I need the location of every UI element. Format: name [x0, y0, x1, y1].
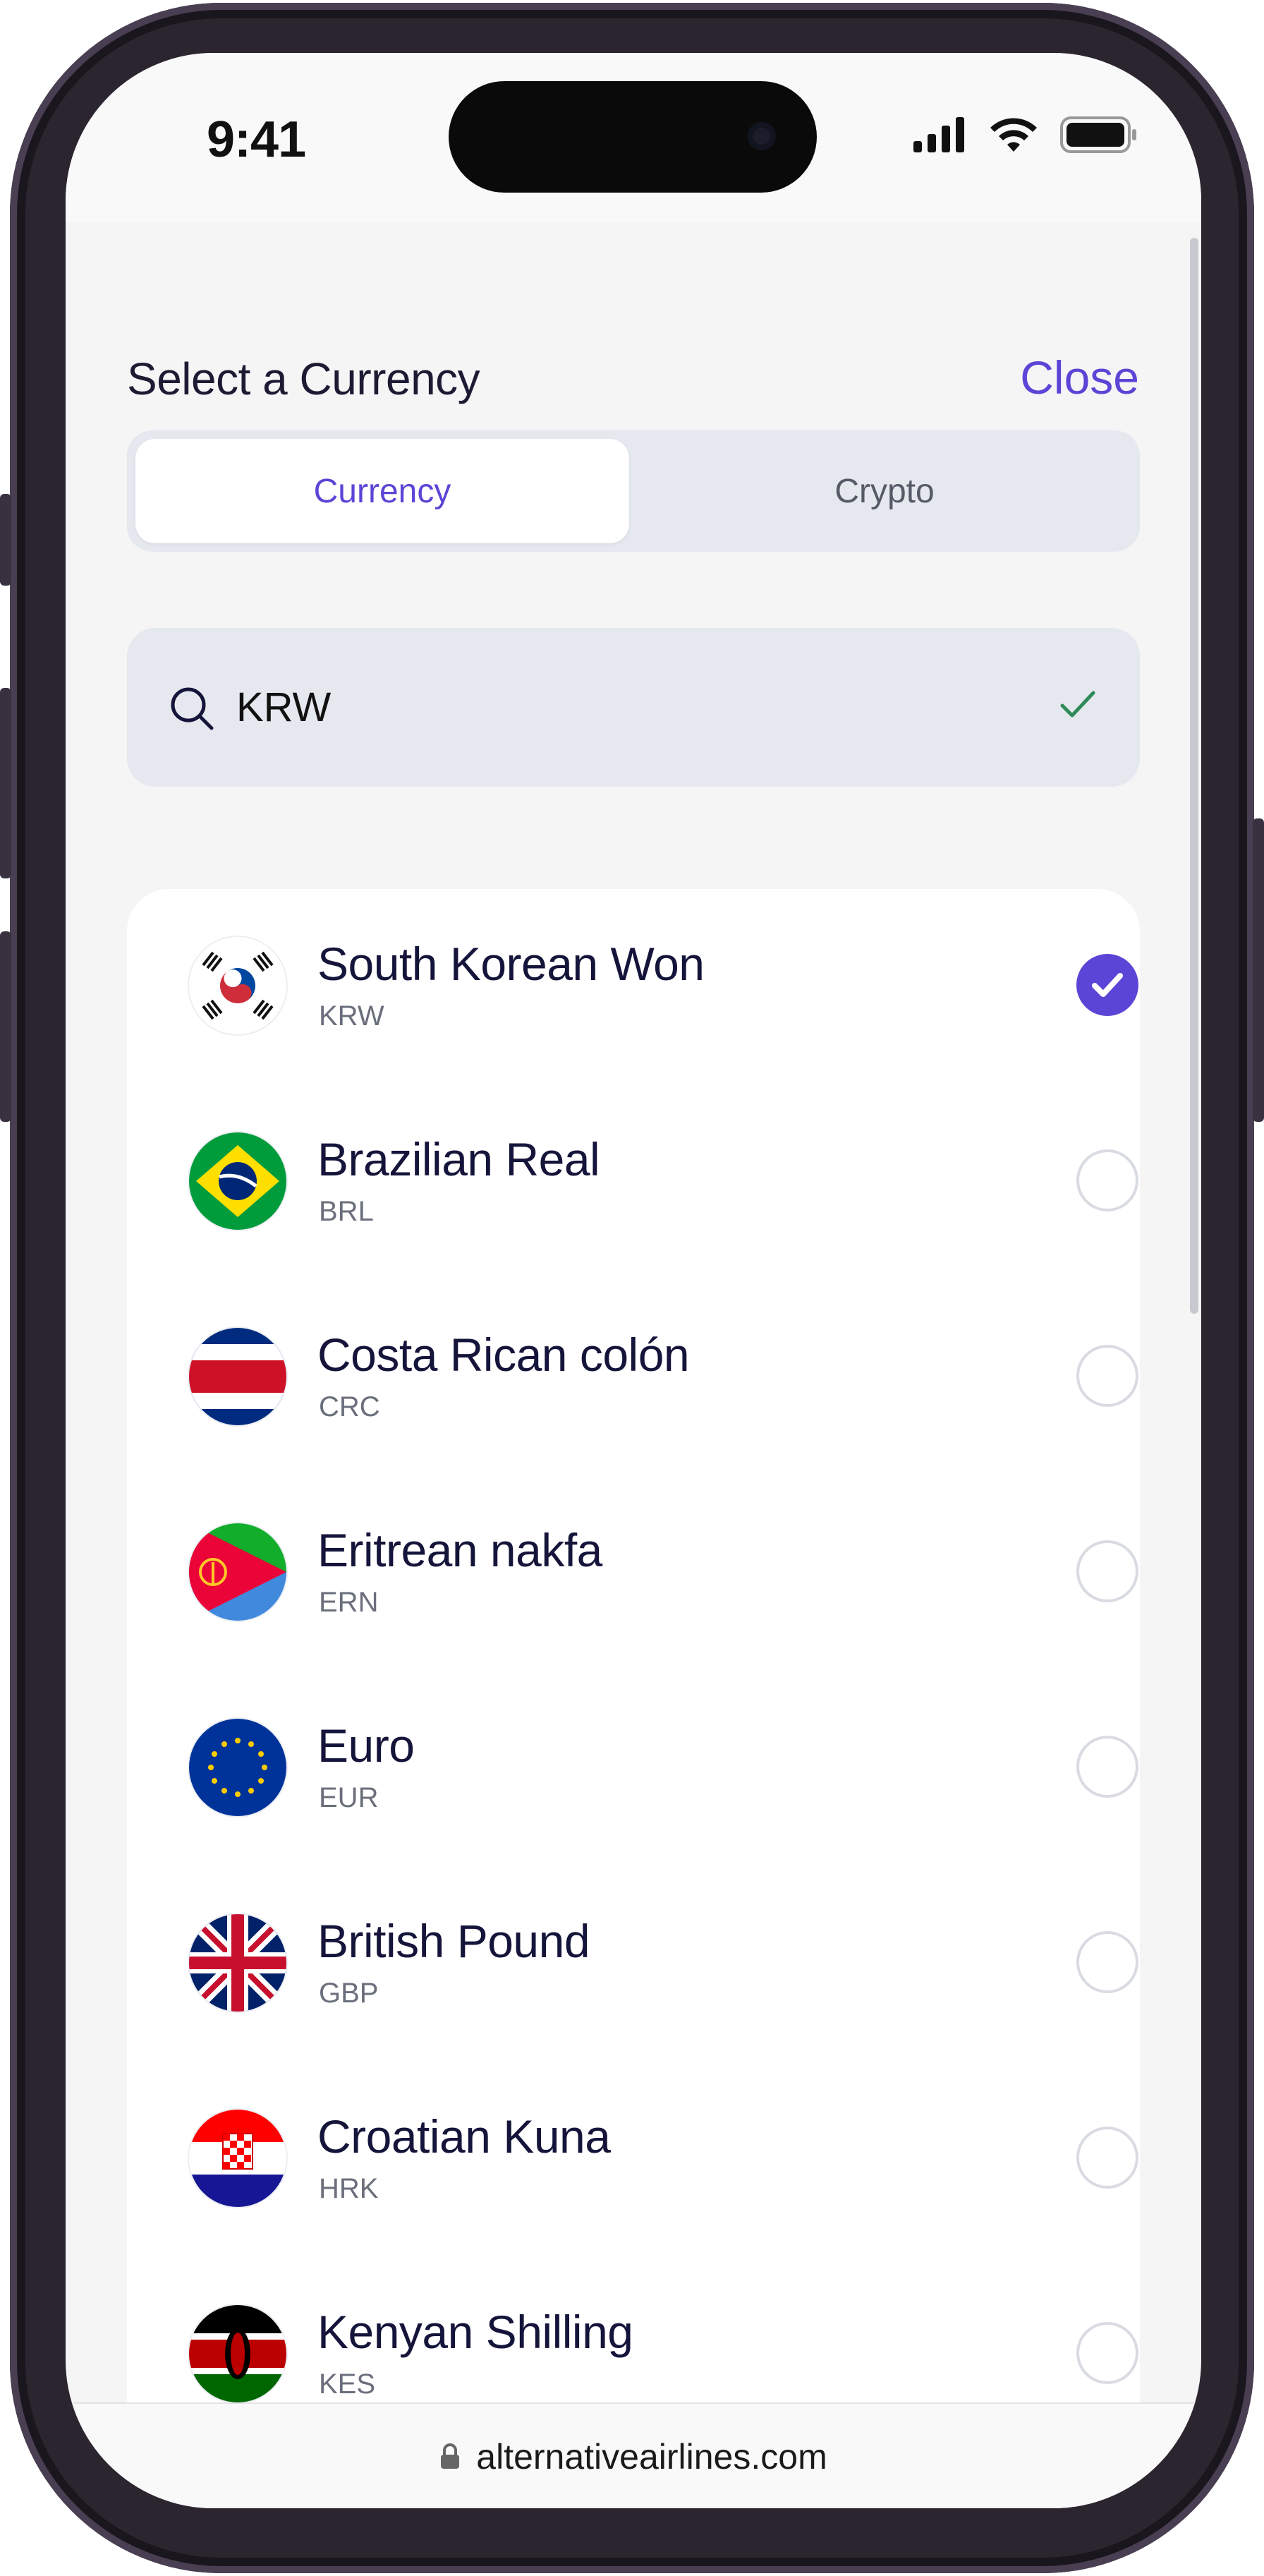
tab-bar: Currency Crypto	[127, 430, 1140, 552]
url-text: alternativeairlines.com	[476, 2437, 827, 2477]
currency-code: EUR	[319, 1782, 379, 1813]
radio-button[interactable]	[1076, 2127, 1138, 2189]
currency-name: Costa Rican colón	[317, 1329, 690, 1381]
page-title: Select a Currency	[127, 353, 480, 404]
currency-name: Euro	[317, 1719, 415, 1772]
search-field[interactable]	[127, 628, 1140, 787]
currency-code: HRK	[319, 2173, 379, 2204]
radio-button[interactable]	[1076, 1736, 1138, 1798]
radio-button[interactable]	[1076, 1540, 1138, 1602]
currency-code: KES	[319, 2369, 376, 2400]
currency-name: South Korean Won	[317, 938, 705, 990]
currency-row-crc[interactable]: Costa Rican colón CRC	[127, 1280, 1140, 1475]
currency-row-brl[interactable]: Brazilian Real BRL	[127, 1084, 1140, 1280]
currency-row-ern[interactable]: Eritrean nakfa ERN	[127, 1475, 1140, 1671]
currency-name: Brazilian Real	[317, 1133, 600, 1185]
checkmark-icon	[1092, 973, 1123, 997]
currency-row-hrk[interactable]: Croatian Kuna HRK	[127, 2062, 1140, 2257]
kenya-flag-icon	[189, 2305, 286, 2402]
url-display: alternativeairlines.com	[66, 2404, 1201, 2508]
currency-code: CRC	[319, 1391, 380, 1422]
screen: 9:41 Select a Currency Close Currency Cr…	[66, 53, 1201, 2508]
wifi-icon	[990, 118, 1037, 152]
currency-name: British Pound	[317, 1915, 590, 1967]
status-time: 9:41	[207, 111, 306, 168]
currency-code: KRW	[319, 1000, 384, 1032]
volume-down-button	[0, 931, 11, 1122]
radio-button[interactable]	[1076, 2322, 1138, 2384]
tab-crypto[interactable]: Crypto	[638, 439, 1131, 543]
battery-icon	[1060, 116, 1136, 153]
valid-check-icon	[1060, 691, 1095, 718]
brazil-flag-icon	[189, 1132, 286, 1230]
action-button	[0, 494, 11, 586]
radio-button[interactable]	[1076, 1149, 1138, 1211]
status-bar: 9:41	[66, 53, 1201, 222]
search-icon	[171, 687, 214, 730]
signal-icon	[913, 117, 964, 152]
currency-name: Croatian Kuna	[317, 2110, 611, 2163]
power-button	[1253, 818, 1264, 1122]
eu-flag-icon	[189, 1719, 286, 1816]
currency-list: South Korean Won KRW Brazilian Real BRL	[127, 889, 1140, 2508]
tab-currency[interactable]: Currency	[135, 439, 629, 543]
uk-flag-icon	[189, 1914, 286, 2012]
currency-code: GBP	[319, 1978, 379, 2009]
currency-row-gbp[interactable]: British Pound GBP	[127, 1866, 1140, 2062]
currency-row-eur[interactable]: Euro EUR	[127, 1671, 1140, 1866]
croatia-flag-icon	[189, 2110, 286, 2207]
close-button[interactable]: Close	[1020, 351, 1139, 404]
search-input[interactable]	[236, 628, 1012, 787]
status-icons	[913, 116, 1138, 153]
radio-button[interactable]	[1076, 1345, 1138, 1407]
currency-name: Kenyan Shilling	[317, 2306, 633, 2358]
south-korea-flag-icon	[189, 937, 286, 1034]
currency-code: BRL	[319, 1196, 374, 1227]
radio-button[interactable]	[1076, 1931, 1138, 1993]
costa-rica-flag-icon	[189, 1328, 286, 1425]
eritrea-flag-icon	[189, 1523, 286, 1621]
currency-code: ERN	[319, 1587, 379, 1618]
volume-up-button	[0, 688, 11, 878]
dynamic-island	[449, 81, 817, 193]
selected-radio[interactable]	[1076, 954, 1138, 1016]
browser-url-bar[interactable]: alternativeairlines.com	[66, 2402, 1201, 2508]
lock-icon	[441, 2443, 460, 2469]
scrollbar[interactable]	[1190, 238, 1198, 1314]
currency-row-krw[interactable]: South Korean Won KRW	[127, 889, 1140, 1084]
currency-name: Eritrean nakfa	[317, 1524, 602, 1576]
camera-icon	[748, 122, 776, 150]
